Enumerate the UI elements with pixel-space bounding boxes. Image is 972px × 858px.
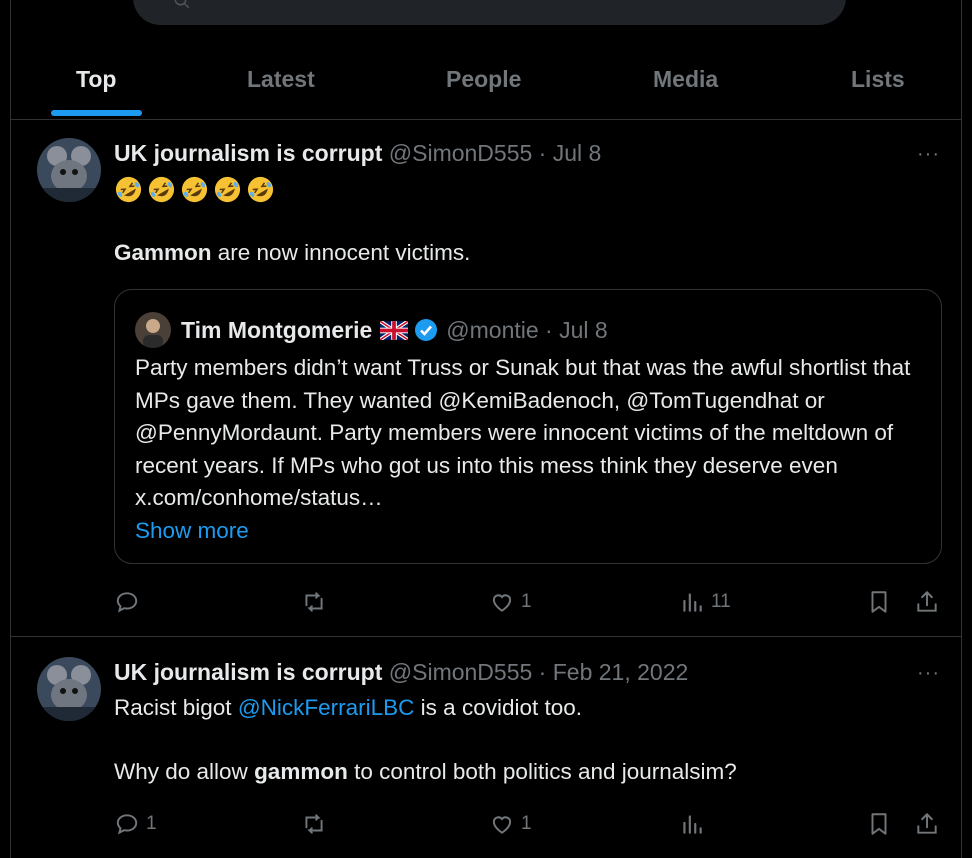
tweet-actions: 1 11 <box>114 586 944 618</box>
quote-tweet[interactable]: Tim Montgomerie @montie · Jul 8 Party me… <box>114 289 942 564</box>
more-icon[interactable]: ··· <box>917 662 940 685</box>
tweet-header: UK journalism is corrupt @SimonD555 · Fe… <box>114 659 688 686</box>
rofl-emoji-icon <box>180 175 209 204</box>
active-tab-indicator <box>51 110 142 116</box>
author-name[interactable]: UK journalism is corrupt <box>114 140 382 166</box>
bookmark-icon <box>871 591 887 613</box>
tab-top[interactable]: Top <box>76 40 116 118</box>
heart-icon <box>492 594 512 612</box>
right-divider <box>961 0 962 858</box>
author-name[interactable]: UK journalism is corrupt <box>114 659 382 685</box>
tweet-text-line2-post: to control both politics and journalsim? <box>347 759 737 784</box>
bookmark-button[interactable] <box>866 808 892 840</box>
show-more-link[interactable]: Show more <box>135 518 249 543</box>
views-icon <box>683 815 702 834</box>
rofl-emoji-icon <box>246 175 275 204</box>
search-tabs: Top Latest People Media Lists <box>10 40 962 118</box>
tab-people[interactable]: People <box>446 40 521 118</box>
tweet-text-bold: Gammon <box>114 240 212 265</box>
share-icon <box>917 812 937 834</box>
heart-icon <box>492 816 512 834</box>
tweet-actions: 1 1 <box>114 808 944 840</box>
reply-count: 1 <box>146 813 157 834</box>
tabs-divider <box>10 119 962 120</box>
tab-lists[interactable]: Lists <box>851 40 905 118</box>
like-button[interactable]: 1 <box>489 808 532 840</box>
mention-link[interactable]: @NickFerrariLBC <box>238 695 415 720</box>
quote-text: Party members didn’t want Truss or Sunak… <box>135 352 915 547</box>
tweet-text-bold: gammon <box>254 759 348 784</box>
quote-avatar[interactable] <box>135 312 171 348</box>
rofl-emoji-icon <box>147 175 176 204</box>
views-button[interactable] <box>679 808 711 840</box>
avatar[interactable] <box>37 138 101 202</box>
reply-icon <box>116 814 138 835</box>
tweet-text-2: Why do allow gammon to control both poli… <box>114 756 737 788</box>
left-divider <box>10 0 11 858</box>
view-count: 11 <box>711 591 731 612</box>
tab-latest[interactable]: Latest <box>247 40 315 118</box>
retweet-icon <box>305 814 323 834</box>
like-button[interactable]: 1 <box>489 586 532 618</box>
tweet-text-line1-pre: Racist bigot <box>114 695 238 720</box>
quote-body: Party members didn’t want Truss or Sunak… <box>135 355 911 510</box>
rofl-emoji-icon <box>213 175 242 204</box>
share-button[interactable] <box>914 808 940 840</box>
retweet-button[interactable] <box>301 808 333 840</box>
author-meta[interactable]: @SimonD555 · Feb 21, 2022 <box>389 659 689 685</box>
emoji-row <box>114 175 275 204</box>
verified-badge-icon <box>415 319 438 341</box>
tweet-text: Racist bigot @NickFerrariLBC is a covidi… <box>114 692 582 724</box>
tweet-text-line1-post: is a covidiot too. <box>414 695 583 720</box>
retweet-icon <box>305 592 323 612</box>
views-icon <box>683 593 702 612</box>
quote-header: Tim Montgomerie @montie · Jul 8 <box>135 312 608 348</box>
like-count: 1 <box>521 591 532 612</box>
rofl-emoji-icon <box>114 175 143 204</box>
tweet-text-line2-pre: Why do allow <box>114 759 255 784</box>
search-bar[interactable] <box>133 0 846 25</box>
author-meta[interactable]: @SimonD555 · Jul 8 <box>389 140 602 166</box>
share-icon <box>917 590 937 612</box>
share-button[interactable] <box>914 586 940 618</box>
bookmark-button[interactable] <box>866 586 892 618</box>
more-icon[interactable]: ··· <box>917 143 940 166</box>
search-icon <box>174 0 190 9</box>
quote-author-name[interactable]: Tim Montgomerie <box>181 317 372 344</box>
like-count: 1 <box>521 813 532 834</box>
reply-button[interactable]: 1 <box>114 808 157 840</box>
quote-author-meta[interactable]: @montie · Jul 8 <box>446 317 607 344</box>
uk-flag-icon <box>380 320 409 340</box>
tweet-text-rest: are now innocent victims. <box>211 240 471 265</box>
views-button[interactable]: 11 <box>679 586 731 618</box>
reply-button[interactable] <box>114 586 146 618</box>
tab-media[interactable]: Media <box>653 40 718 118</box>
retweet-button[interactable] <box>301 586 333 618</box>
tweet-text: Gammon are now innocent victims. <box>114 237 470 269</box>
tweet-divider <box>10 636 962 637</box>
reply-icon <box>116 592 138 613</box>
tweet-header: UK journalism is corrupt @SimonD555 · Ju… <box>114 140 601 167</box>
avatar[interactable] <box>37 657 101 721</box>
bookmark-icon <box>871 813 887 835</box>
